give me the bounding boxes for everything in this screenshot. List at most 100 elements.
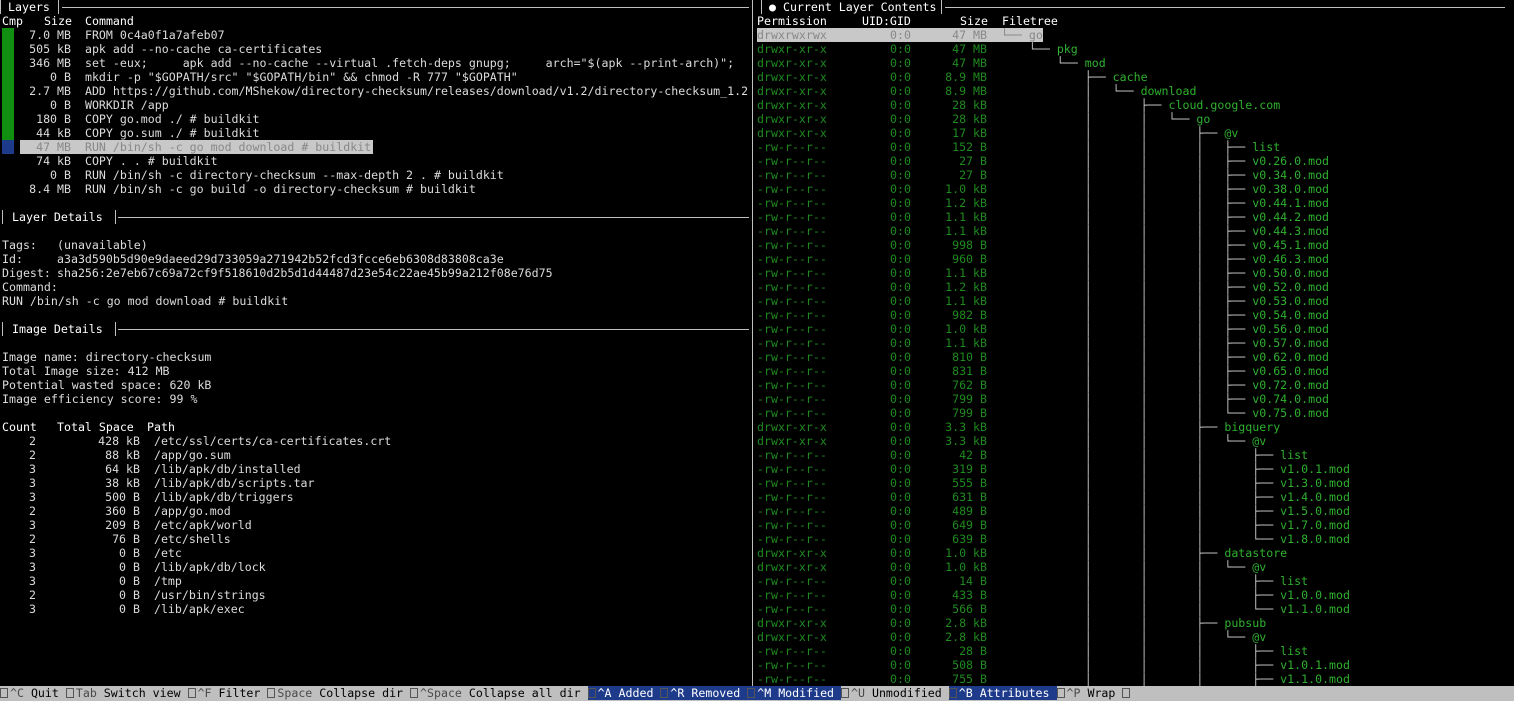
filetree-row[interactable]: -rw-r--r-- 0:0 762 B │ │ │ ├── v0.72.0.mod	[757, 378, 1329, 392]
keybinding-removed[interactable]: ^R Removed	[660, 686, 748, 700]
filetree-row[interactable]: -rw-r--r-- 0:0 555 B │ │ │ ├── v1.3.0.mod	[757, 476, 1350, 490]
layer-compare-bar	[2, 140, 14, 154]
row-filename: v0.45.1.mod	[1252, 238, 1330, 252]
row-size: 1.1 kB	[945, 210, 987, 224]
filetree-row[interactable]: -rw-r--r-- 0:0 960 B │ │ │ ├── v0.46.3.mod	[757, 252, 1329, 266]
ineff-path: /app/go.mod	[153, 504, 231, 518]
ineff-space: 0 B	[119, 560, 140, 574]
keybinding-wrap[interactable]: ^P Wrap	[1056, 686, 1123, 700]
filetree-row[interactable]: -rw-r--r-- 0:0 27 B │ │ │ ├── v0.34.0.mod	[757, 168, 1329, 182]
filetree-row[interactable]: drwxr-xr-x 0:0 28 kB │ │ └── go	[757, 112, 1210, 126]
keybinding-modified[interactable]: ^M Modified	[747, 686, 842, 700]
filetree-row[interactable]: -rw-r--r-- 0:0 831 B │ │ │ ├── v0.65.0.mod	[757, 364, 1329, 378]
filetree-row[interactable]: -rw-r--r-- 0:0 1.1 kB │ │ │ ├── v0.57.0.mo…	[757, 336, 1329, 350]
keybinding-collapse-dir[interactable]: Space Collapse dir	[267, 686, 410, 700]
row-permission: drwxr-xr-x	[757, 84, 827, 98]
layer-row[interactable]: 0 B mkdir -p "$GOPATH/src" "$GOPATH/bin"…	[20, 70, 518, 84]
layer-row[interactable]: 44 kB COPY go.sum ./ # buildkit	[20, 126, 259, 140]
filetree-row[interactable]: drwxr-xr-x 0:0 1.0 kB │ │ ├── datastore	[757, 546, 1287, 560]
filetree-row[interactable]: -rw-r--r-- 0:0 566 B │ │ │ └── v1.1.0.mod	[757, 602, 1350, 616]
filetree-row[interactable]: drwxr-xr-x 0:0 8.9 MB ├── cache	[757, 70, 1148, 84]
row-size: 508 B	[952, 658, 987, 672]
filetree-row[interactable]: drwxr-xr-x 0:0 47 MB └── pkg	[757, 42, 1078, 56]
keybinding-unmodified[interactable]: ^U Unmodified	[841, 686, 949, 700]
row-permission: -rw-r--r--	[757, 182, 827, 196]
image-name-value: directory-checksum	[85, 350, 212, 364]
ineff-space: 88 kB	[105, 448, 140, 462]
filetree-row[interactable]: -rw-r--r-- 0:0 28 B │ │ │ ├── list	[757, 644, 1308, 658]
row-permission: drwxr-xr-x	[757, 112, 827, 126]
layer-row[interactable]: 0 B RUN /bin/sh -c directory-checksum --…	[20, 168, 504, 182]
filetree-row[interactable]: -rw-r--r-- 0:0 1.1 kB │ │ │ ├── v0.44.2.mo…	[757, 210, 1329, 224]
row-filename: list	[1280, 448, 1309, 462]
filetree-row[interactable]: drwxr-xr-x 0:0 2.8 kB │ │ ├── pubsub	[757, 616, 1266, 630]
filetree-row[interactable]: -rw-r--r-- 0:0 639 B │ │ │ └── v1.8.0.mod	[757, 532, 1350, 546]
keybinding-quit[interactable]: ^C Quit	[0, 686, 66, 700]
layer-row[interactable]: 2.7 MB ADD https://github.com/MShekow/di…	[20, 84, 748, 98]
filetree-row[interactable]: -rw-r--r-- 0:0 489 B │ │ │ ├── v1.5.0.mod	[757, 504, 1350, 518]
layer-row[interactable]: 346 MB set -eux; apk add --no-cache --vi…	[20, 56, 734, 70]
row-filename: v1.4.0.mod	[1280, 490, 1350, 504]
filetree-row[interactable]: -rw-r--r-- 0:0 649 B │ │ │ ├── v1.7.0.mod	[757, 518, 1350, 532]
filetree-row[interactable]: drwxr-xr-x 0:0 47 MB └── mod	[757, 56, 1106, 70]
filetree-row[interactable]: -rw-r--r-- 0:0 1.2 kB │ │ │ ├── v0.52.0.mo…	[757, 280, 1329, 294]
command-label: Command:	[2, 280, 58, 294]
filetree-row[interactable]: -rw-r--r-- 0:0 27 B │ │ │ ├── v0.26.0.mod	[757, 154, 1329, 168]
filetree-row[interactable]: -rw-r--r-- 0:0 152 B │ │ │ ├── list	[757, 140, 1280, 154]
filetree-row[interactable]: -rw-r--r-- 0:0 14 B │ │ │ ├── list	[757, 574, 1308, 588]
key-combo: Tab	[75, 686, 97, 700]
ineff-count: 2	[29, 532, 36, 546]
filetree-row[interactable]: -rw-r--r-- 0:0 42 B │ │ │ ├── list	[757, 448, 1308, 462]
ineff-path: /lib/apk/db/lock	[153, 560, 266, 574]
filetree-row[interactable]: -rw-r--r-- 0:0 799 B │ │ │ ├── v0.74.0.mod	[757, 392, 1329, 406]
layer-row[interactable]: 8.4 MB RUN /bin/sh -c go build -o direct…	[20, 182, 476, 196]
filetree-row[interactable]: drwxrwxrwx 0:0 47 MB └── go	[757, 28, 1043, 42]
layer-row[interactable]: 74 kB COPY . . # buildkit	[20, 154, 218, 168]
filetree-row[interactable]: -rw-r--r-- 0:0 631 B │ │ │ ├── v1.4.0.mod	[757, 490, 1350, 504]
filetree-row[interactable]: drwxr-xr-x 0:0 2.8 kB │ │ │ └── @v	[757, 630, 1266, 644]
layer-row[interactable]: 7.0 MB FROM 0c4a0f1a7afeb07	[20, 28, 224, 42]
filetree-row[interactable]: -rw-r--r-- 0:0 1.2 kB │ │ │ ├── v0.44.1.mo…	[757, 196, 1329, 210]
filetree-row[interactable]: -rw-r--r-- 0:0 508 B │ │ │ ├── v1.0.1.mod	[757, 658, 1350, 672]
filetree-row[interactable]: drwxr-xr-x 0:0 8.9 MB │ └── download	[757, 84, 1196, 98]
filetree-row[interactable]: -rw-r--r-- 0:0 1.1 kB │ │ │ ├── v0.50.0.mo…	[757, 266, 1329, 280]
filetree-row[interactable]: -rw-r--r-- 0:0 799 B │ │ │ └── v0.75.0.mod	[757, 406, 1329, 420]
filetree-row[interactable]: drwxr-xr-x 0:0 17 kB │ │ ├── @v	[757, 126, 1238, 140]
layer-row[interactable]: 505 kB apk add --no-cache ca-certificate…	[20, 42, 322, 56]
row-uid: 0:0	[890, 532, 911, 546]
filetree-row[interactable]: -rw-r--r-- 0:0 810 B │ │ │ ├── v0.62.0.mod	[757, 350, 1329, 364]
keybinding-attributes[interactable]: ^B Attributes	[948, 686, 1057, 700]
filetree-row[interactable]: drwxr-xr-x 0:0 3.3 kB │ │ ├── bigquery	[757, 420, 1280, 434]
keybinding-collapse-all-dir[interactable]: ^Space Collapse all dir	[410, 686, 588, 700]
row-uid: 0:0	[890, 210, 911, 224]
inefficiency-row: 3 500 B /lib/apk/db/triggers	[2, 490, 294, 504]
filetree-row[interactable]: drwxr-xr-x 0:0 1.0 kB │ │ │ └── @v	[757, 560, 1266, 574]
layer-row[interactable]: 0 B WORKDIR /app	[20, 98, 169, 112]
keybinding-added[interactable]: ^A Added	[587, 686, 661, 700]
filetree-row[interactable]: -rw-r--r-- 0:0 319 B │ │ │ ├── v1.0.1.mod	[757, 462, 1350, 476]
filetree-row[interactable]: -rw-r--r-- 0:0 982 B │ │ │ ├── v0.54.0.mod	[757, 308, 1329, 322]
id-value: a3a3d590b5d90e9daeed29d733059a271942b52f…	[57, 252, 504, 266]
row-permission: -rw-r--r--	[757, 672, 827, 686]
filetree-row[interactable]: -rw-r--r-- 0:0 1.0 kB │ │ │ ├── v0.38.0.mo…	[757, 182, 1329, 196]
row-uid: 0:0	[890, 28, 911, 42]
layer-row[interactable]: 180 B COPY go.mod ./ # buildkit	[20, 112, 259, 126]
filetree-row[interactable]: -rw-r--r-- 0:0 1.1 kB │ │ │ ├── v0.44.3.mo…	[757, 224, 1329, 238]
filetree-row[interactable]: -rw-r--r-- 0:0 1.1 kB │ │ │ ├── v0.53.0.mo…	[757, 294, 1329, 308]
keybinding-switch-view[interactable]: Tab Switch view	[65, 686, 188, 700]
filetree-row[interactable]: -rw-r--r-- 0:0 433 B │ │ │ ├── v1.0.0.mod	[757, 588, 1350, 602]
row-size: 17 kB	[952, 126, 987, 140]
ineff-count: 3	[29, 602, 36, 616]
filetree-row[interactable]: drwxr-xr-x 0:0 28 kB │ ├── cloud.google.co…	[757, 98, 1280, 112]
row-filename: v0.56.0.mod	[1252, 322, 1330, 336]
filetree-row[interactable]: drwxr-xr-x 0:0 3.3 kB │ │ │ └── @v	[757, 434, 1266, 448]
keybinding-filter[interactable]: ^F Filter	[187, 686, 268, 700]
filetree-row[interactable]: -rw-r--r-- 0:0 755 B │ │ │ ├── v1.1.0.mod	[757, 672, 1350, 686]
row-size: 1.1 kB	[945, 294, 987, 308]
row-tree-branch: │ │ ├──	[1000, 126, 1225, 140]
filetree-row[interactable]: -rw-r--r-- 0:0 998 B │ │ │ ├── v0.45.1.mod	[757, 238, 1329, 252]
row-permission: -rw-r--r--	[757, 532, 827, 546]
row-filename: v0.72.0.mod	[1252, 378, 1330, 392]
filetree-row[interactable]: -rw-r--r-- 0:0 1.0 kB │ │ │ ├── v0.56.0.mo…	[757, 322, 1329, 336]
layer-row[interactable]: 47 MB RUN /bin/sh -c go mod download # b…	[20, 140, 374, 154]
